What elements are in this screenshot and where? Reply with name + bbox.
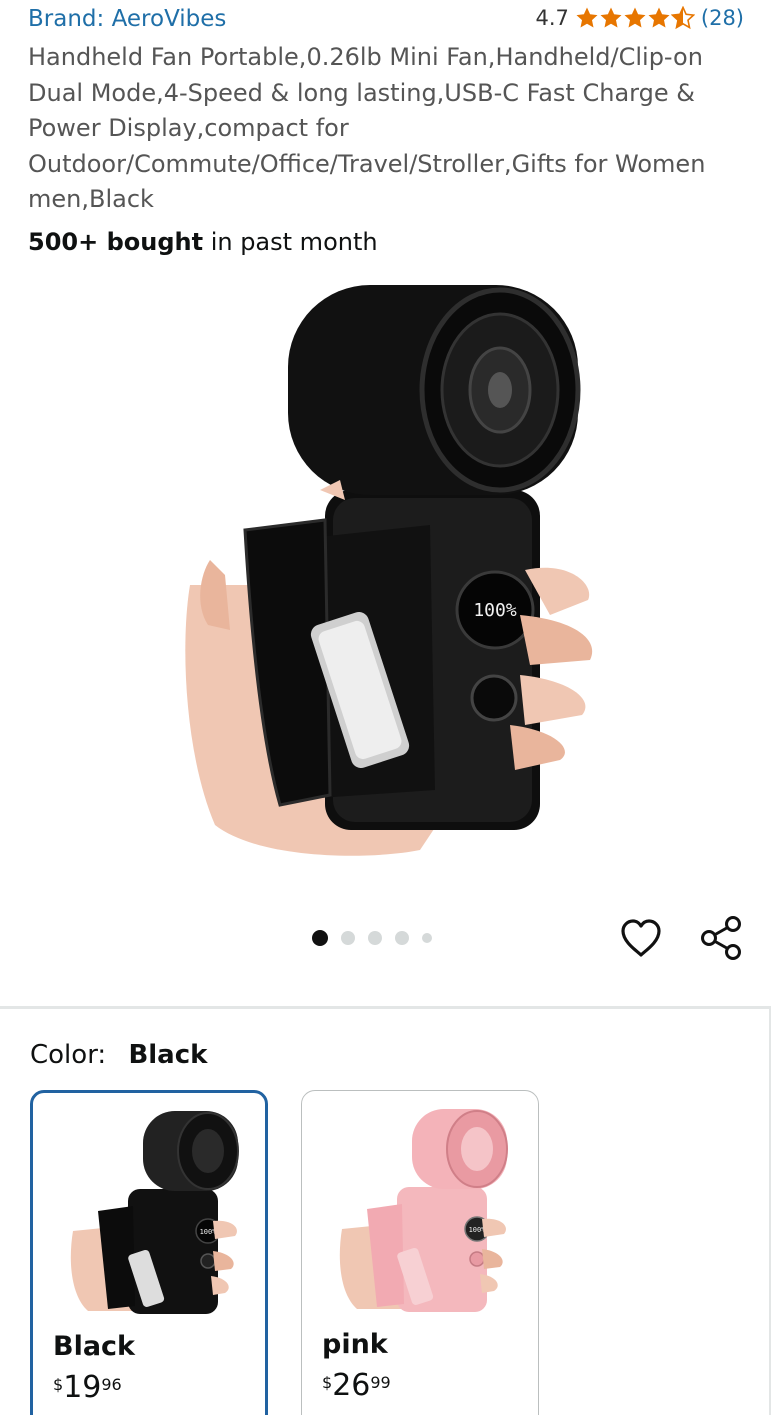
half-star-icon [670,6,695,30]
star-icon [648,7,670,28]
bought-count: 500+ bought in past month [28,228,378,256]
price-fraction: 99 [370,1373,391,1392]
color-option-name: Black [53,1331,136,1362]
rating-value: 4.7 [535,6,569,30]
color-option-price: $19 96 [53,1371,122,1405]
color-selected-value: Black [128,1040,208,1070]
brand-link[interactable]: Brand: AeroVibes [28,6,226,32]
star-icon [576,7,598,28]
carousel-dot-3[interactable] [368,931,382,945]
bought-count-bold: 500+ bought [28,228,204,256]
price-whole: 19 [63,1370,102,1405]
color-option-black-image: 100% [70,1111,239,1314]
color-selector-label: Color: Black [30,1040,207,1070]
section-divider [0,1006,771,1009]
share-icon[interactable] [698,915,744,961]
carousel-dot-4[interactable] [395,931,409,945]
product-title: Handheld Fan Portable,0.26lb Mini Fan,Ha… [28,43,706,213]
product-image[interactable]: 100% [170,285,610,860]
bought-count-suffix: in past month [203,228,378,256]
carousel-dot-1[interactable] [312,930,328,946]
star-icon [624,7,646,28]
color-label: Color: [30,1040,107,1070]
rating-summary[interactable]: 4.7 (28) [535,6,744,30]
rating-count-link[interactable]: (28) [701,6,744,30]
product-header: Brand: AeroVibes 4.7 (28) [28,4,744,38]
carousel-dot-2[interactable] [341,931,355,945]
color-option-black[interactable]: 100% Black $19 96 [30,1090,268,1415]
carousel-dot-5[interactable] [422,933,432,943]
price-fraction: 96 [101,1375,122,1394]
color-option-name: pink [322,1329,388,1360]
image-carousel-indicator [312,930,432,946]
heart-icon[interactable] [619,917,663,961]
rating-stars [575,6,695,30]
color-option-pink-image: 100% [339,1109,508,1312]
color-option-price: $26 99 [322,1369,391,1403]
battery-display: 100% [473,600,517,621]
price-whole: 26 [332,1368,371,1403]
price-symbol: $ [322,1373,333,1392]
price-symbol: $ [53,1375,64,1394]
star-icon [600,7,622,28]
color-option-pink[interactable]: 100% pink $26 99 [301,1090,539,1415]
